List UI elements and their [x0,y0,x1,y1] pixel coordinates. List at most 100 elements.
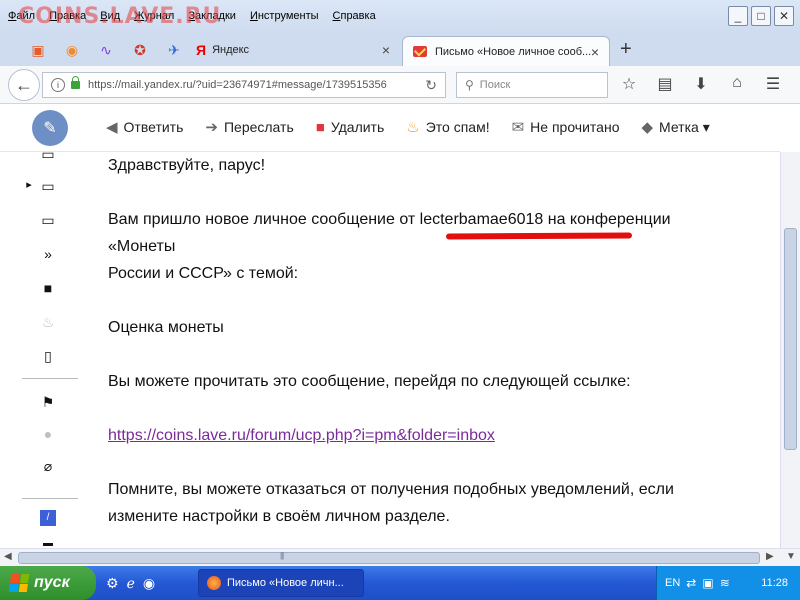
menu-file[interactable]: Файл [8,10,35,22]
message-body: Здравствуйте, парус! Вам пришло новое ли… [88,152,780,548]
trash-folder-icon[interactable]: ■ [18,280,78,296]
drafts-icon[interactable]: ▯ [18,348,78,365]
language-indicator[interactable]: EN [665,577,680,589]
tab-mail-label: Письмо «Новое личное сооб... [435,45,592,58]
tab-bar: ▣ ◉ ∿ ✪ ✈ Я Яндекс × Письмо «Новое лично… [0,32,800,66]
start-button[interactable]: пуск [0,566,96,600]
folder-icon[interactable]: ▭ [18,178,78,195]
folder-icon[interactable]: ▭ [18,146,78,163]
plane-icon[interactable]: ✈ [162,38,186,62]
back-button[interactable]: ← [8,69,40,101]
menu-bar: Файл Правка Вид Журнал Закладки Инструме… [0,0,800,32]
close-tab-icon[interactable]: × [382,42,390,58]
reply-label: Ответить [123,119,184,135]
spam-folder-icon[interactable]: ♨ [18,314,78,331]
folder-icon[interactable]: ▭ [18,212,78,229]
scroll-down-icon[interactable]: ▼ [786,551,796,562]
menu-bookmarks[interactable]: Закладки [188,10,236,22]
close-tab-icon[interactable]: × [591,44,599,60]
reply-button[interactable]: ◀ Ответить [106,118,183,136]
reader-icon[interactable]: ▤ [654,74,676,94]
firefox-icon [207,576,221,590]
taskbar-window-button[interactable]: Письмо «Новое личн... [198,569,364,597]
quick-launch: ⚙ ℯ ◉ [106,575,155,592]
horizontal-scrollbar[interactable]: ◀ ||| ▶ ▼ [0,548,800,566]
compose-button[interactable]: ✎ [32,110,68,146]
menu-icon[interactable]: ☰ [762,74,784,94]
tag-icon: ◆ [641,119,654,136]
read-prompt: Вы можете прочитать это сообщение, перей… [108,373,631,390]
download-icon[interactable]: ⬇ [690,74,712,94]
rss-icon[interactable]: ◉ [60,38,84,62]
award-icon[interactable]: ✪ [128,38,152,62]
horizontal-scroll-thumb[interactable] [18,552,760,564]
menu-view[interactable]: Вид [100,10,120,22]
close-window-button[interactable]: ✕ [774,6,794,26]
forward-icon: ➔ [205,119,218,136]
rail-divider [22,498,78,499]
vertical-scroll-thumb[interactable] [784,228,797,450]
star-icon[interactable]: ☆ [618,74,640,94]
lock-icon [71,76,80,89]
tab-yandex[interactable]: Я Яндекс × [196,36,400,64]
bookmark-icon[interactable]: ▣ [26,38,50,62]
windows-logo-icon [8,574,30,592]
mail-toolbar: ✎ ◀ Ответить ➔ Переслать ■ Удалить ♨ Это… [0,104,780,152]
flag-icon[interactable]: ⚑ [18,394,78,411]
system-tray: EN ⇄ ▣ ≋ 11:28 [656,566,800,600]
footer-line-1: Помните, вы можете отказаться от получен… [108,481,674,498]
forward-button[interactable]: ➔ Переслать [205,118,293,136]
menu-tools[interactable]: Инструменты [250,10,319,22]
minimize-button[interactable]: _ [728,6,748,26]
search-placeholder: Поиск [479,79,511,91]
new-tab-button[interactable]: + [620,38,632,61]
mark-unread-button[interactable]: ✉ Не прочитано [512,118,620,136]
mark-unread-label: Не прочитано [530,119,620,135]
maximize-button[interactable]: □ [751,6,771,26]
attachment-icon[interactable]: ⌀ [18,458,78,475]
navigation-toolbar: ← i https://mail.yandex.ru/?uid=23674971… [0,66,800,104]
spam-button[interactable]: ♨ Это спам! [406,118,489,136]
folder-rail: ▭ ▸ ▭ ▭ » ■ ♨ ▯ ⚑ ● ⌀ / ▬ [18,146,86,549]
settings-icon[interactable]: / [40,510,56,526]
chart-icon[interactable]: ∿ [94,38,118,62]
window-controls: _ □ ✕ [728,6,794,26]
network-icon[interactable]: ⇄ [686,576,696,590]
info-icon[interactable]: i [51,78,65,92]
inbox-link[interactable]: https://coins.lave.ru/forum/ucp.php?i=pm… [108,427,495,444]
vertical-scrollbar[interactable] [780,152,800,548]
home-icon[interactable]: ⌂ [726,74,748,94]
label-dropdown[interactable]: ◆ Метка ▾ [641,118,709,137]
menu-help[interactable]: Справка [333,10,376,22]
media-icon[interactable]: ◉ [143,575,155,592]
taskbar: пуск ⚙ ℯ ◉ Письмо «Новое личн... EN ⇄ ▣ … [0,566,800,600]
dot-icon[interactable]: ● [18,426,78,442]
tab-mail-active[interactable]: Письмо «Новое личное сооб... × [402,36,610,66]
wifi-icon[interactable]: ≋ [720,576,730,590]
message-subject: Оценка монеты [108,319,224,336]
red-underline-annotation [445,232,633,240]
scroll-grip-icon: ||| [280,551,284,560]
scroll-left-icon[interactable]: ◀ [4,551,12,562]
menu-history[interactable]: Журнал [134,10,174,22]
message-line-3: России и СССР» с темой: [108,265,299,282]
clock: 11:28 [761,577,788,589]
delete-label: Удалить [330,119,385,135]
menu-edit[interactable]: Правка [49,10,86,22]
search-input[interactable]: ⚲ Поиск [456,72,608,98]
antivirus-icon[interactable]: ▣ [702,576,713,590]
yandex-logo-icon: Я [196,42,207,58]
url-bar[interactable]: i https://mail.yandex.ru/?uid=23674971#m… [42,72,446,98]
explorer-icon[interactable]: ⚙ [106,575,119,592]
delete-button[interactable]: ■ Удалить [316,119,385,136]
taskbar-window-label: Письмо «Новое личн... [227,577,344,589]
tab-yandex-label: Яндекс [212,44,250,56]
sent-icon[interactable]: » [18,246,78,262]
message-line-2: «Монеты [108,238,176,255]
spam-label: Это спам! [425,119,490,135]
url-text[interactable]: https://mail.yandex.ru/?uid=23674971#mes… [88,79,387,91]
scroll-right-icon[interactable]: ▶ [766,551,774,562]
ie-icon[interactable]: ℯ [127,575,135,592]
reload-icon[interactable]: ↻ [425,77,437,94]
mail-icon [413,46,427,57]
